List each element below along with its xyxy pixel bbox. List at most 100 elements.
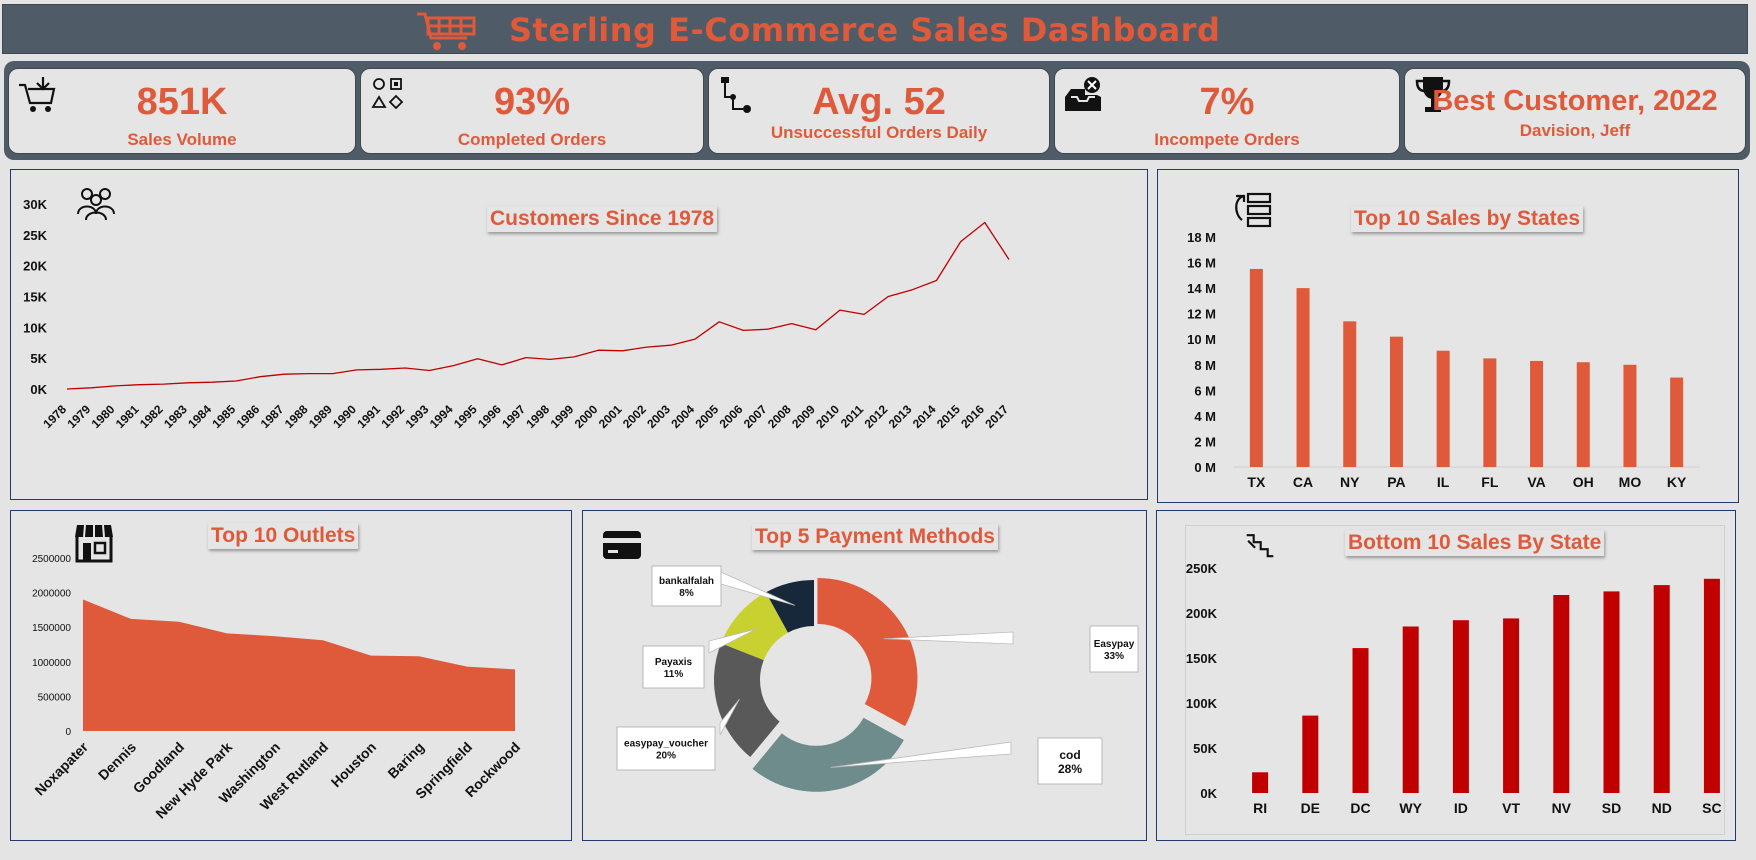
top-states-chart-panel: Top 10 Sales by States 0 M2 M4 M6 M8 M 10…	[1157, 169, 1739, 503]
kpi-label: Unsuccessful Orders Daily	[770, 123, 988, 142]
payment-donut-chart: Easypay33% cod28% easypay_voucher20% Payaxi…	[616, 565, 1139, 792]
pie-category-label: cod	[1059, 748, 1080, 762]
kpi-value: Best Customer, 2022	[1432, 85, 1718, 117]
bar	[1530, 360, 1544, 467]
x-tick-label: 2002	[620, 402, 649, 431]
y-tick-label: 150K	[1186, 651, 1218, 666]
shopping-cart-icon	[417, 12, 476, 50]
bar	[1389, 336, 1403, 467]
x-tick-label: RI	[1253, 800, 1267, 816]
x-tick-label: 2011	[838, 402, 867, 431]
pie-percent-label: 33%	[1104, 651, 1124, 662]
y-tick-label: 25K	[23, 228, 47, 243]
x-tick-label: 2000	[572, 402, 601, 431]
x-tick-label: 1986	[234, 402, 263, 431]
x-tick-label: 2001	[596, 402, 625, 431]
x-tick-label: 1994	[427, 402, 456, 431]
x-tick-label: Noxapater	[31, 738, 91, 798]
kpi-label: Davision, Jeff	[1519, 121, 1631, 140]
kpi-incomplete-orders: 7% Incompete Orders	[1054, 68, 1400, 154]
y-tick-label: 100K	[1186, 696, 1218, 711]
x-tick-label: KY	[1667, 474, 1687, 490]
x-tick-label: 2017	[982, 402, 1011, 431]
x-tick-label: 1989	[306, 402, 335, 431]
x-tick-label: 1993	[403, 402, 432, 431]
x-tick-label: Houston	[328, 739, 379, 790]
bar	[1653, 585, 1670, 793]
kpi-value: 851K	[136, 81, 228, 123]
y-tick-label: 10K	[23, 320, 47, 335]
bar	[1670, 377, 1684, 467]
x-tick-label: ND	[1652, 800, 1672, 816]
y-tick-label: 16 M	[1187, 256, 1216, 271]
bar	[1703, 578, 1720, 793]
x-tick-label: VA	[1527, 474, 1545, 490]
pie-slice	[714, 643, 780, 758]
bar	[1576, 362, 1590, 467]
x-tick-label: 1981	[113, 402, 142, 431]
y-tick-label: 0 M	[1194, 460, 1216, 475]
y-tick-label: 2 M	[1194, 434, 1216, 449]
x-tick-label: 2003	[644, 402, 673, 431]
outlets-chart-panel: Top 10 Outlets 0 500000 1000000 1500000 2000…	[10, 510, 572, 841]
x-tick-label: 2005	[692, 402, 721, 431]
pie-slice	[817, 577, 918, 727]
payment-chart-panel: Top 5 Payment Methods Easypay 33% cod 28% ea…	[582, 510, 1147, 841]
kpi-label: Incompete Orders	[1154, 130, 1300, 149]
x-tick-label: SC	[1702, 800, 1721, 816]
bar	[1483, 358, 1497, 467]
bar	[1436, 350, 1450, 467]
x-tick-label: MO	[1619, 474, 1642, 490]
x-tick-label: 2006	[717, 402, 746, 431]
x-tick-label: 2008	[765, 402, 794, 431]
x-tick-label: 1983	[161, 402, 190, 431]
kpi-best-customer: Best Customer, 2022 Davision, Jeff	[1404, 68, 1746, 154]
y-tick-label: 12 M	[1187, 307, 1216, 322]
bar	[1252, 772, 1269, 793]
y-tick-label: 30K	[23, 197, 47, 212]
x-tick-label: 2009	[789, 402, 818, 431]
x-tick-label: 2015	[934, 402, 963, 431]
kpi-strip: 851K Sales Volume 93% Completed Orders A…	[4, 61, 1750, 160]
pie-category-label: Payaxis	[655, 657, 693, 668]
x-tick-label: PA	[1387, 474, 1405, 490]
y-tick-label: 2000000	[32, 589, 71, 600]
bottom-states-chart-panel: Bottom 10 Sales By State 0K 50K 100K 150K 20…	[1156, 510, 1736, 841]
x-tick-label: DE	[1301, 800, 1320, 816]
x-tick-label: 2014	[910, 402, 939, 431]
x-tick-label: FL	[1481, 474, 1499, 490]
customers-line-chart: 0K5K10K15K20K25K30K197819791980198119821…	[23, 197, 1011, 431]
kpi-value: 7%	[1199, 81, 1255, 123]
y-tick-label: 5K	[30, 351, 47, 366]
bottom-states-bar-chart: 0K 50K 100K 150K 200K 250K RI DE DC WY ID VT NV SD ND S…	[1186, 561, 1722, 816]
x-tick-label: 1995	[451, 402, 480, 431]
x-tick-label: VT	[1502, 800, 1520, 816]
y-tick-label: 10 M	[1187, 332, 1216, 347]
kpi-value: 93%	[493, 81, 571, 123]
x-tick-label: 1992	[378, 402, 407, 431]
series-line	[66, 221, 1010, 390]
x-tick-label: 1996	[475, 402, 504, 431]
x-tick-label: 1997	[499, 402, 528, 431]
bar	[1553, 595, 1570, 793]
x-tick-label: 1998	[523, 402, 552, 431]
bar	[1623, 364, 1637, 467]
x-tick-label: 1985	[209, 402, 238, 431]
bar	[1249, 268, 1263, 467]
bar	[1296, 288, 1310, 467]
y-tick-label: 8 M	[1194, 358, 1216, 373]
y-tick-label: 6 M	[1194, 383, 1216, 398]
bar	[1452, 620, 1469, 793]
x-tick-label: 2007	[741, 402, 770, 431]
x-tick-label: SD	[1602, 800, 1621, 816]
bar	[1603, 591, 1620, 793]
y-tick-label: 0K	[1200, 786, 1217, 801]
x-tick-label: 2010	[813, 402, 842, 431]
customers-chart-panel: Customers Since 1978 0K 5K 10K 15K 20K 25K 30K…	[10, 169, 1148, 500]
x-tick-label: 1979	[64, 402, 93, 431]
y-tick-label: 15K	[23, 290, 47, 305]
pie-percent-label: 20%	[656, 751, 676, 762]
x-tick-label: NV	[1552, 800, 1572, 816]
x-tick-label: 2016	[958, 402, 987, 431]
pie-category-label: Easypay	[1094, 639, 1135, 650]
